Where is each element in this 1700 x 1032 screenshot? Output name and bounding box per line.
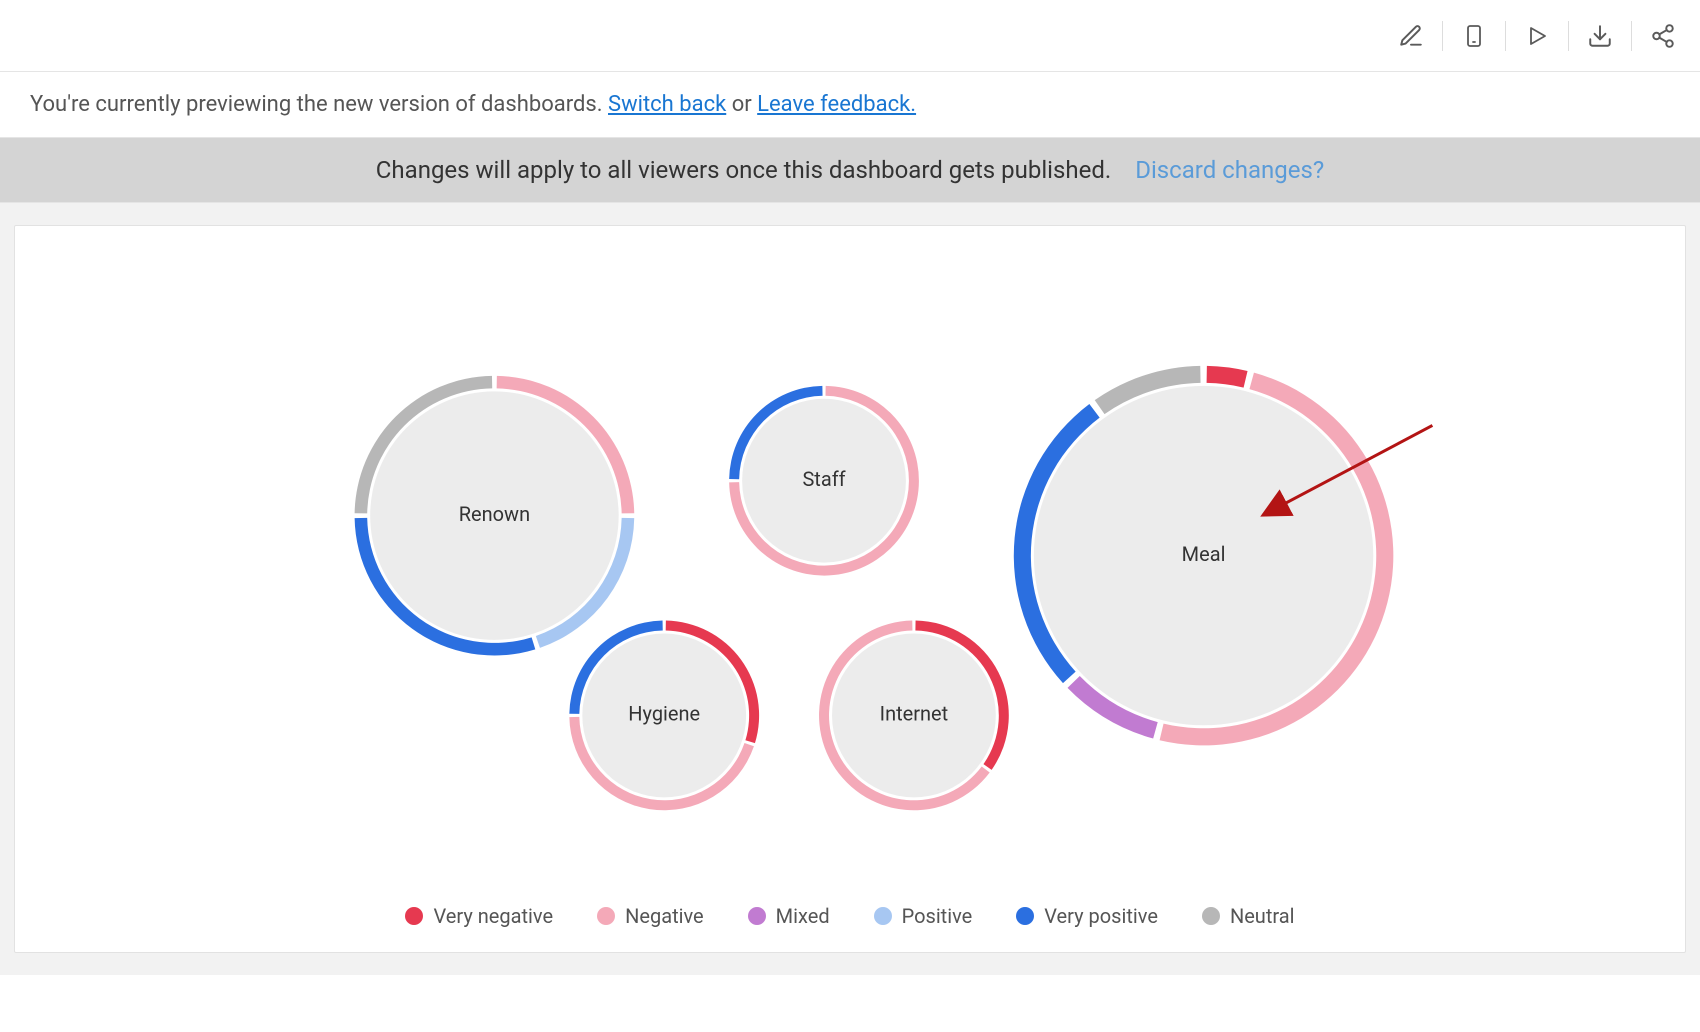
leave-feedback-link[interactable]: Leave feedback. bbox=[757, 92, 916, 117]
play-icon[interactable] bbox=[1520, 19, 1554, 53]
page-body: Renown Staff Hygiene Internet Meal Very nega… bbox=[0, 203, 1700, 975]
mobile-icon[interactable] bbox=[1457, 19, 1491, 53]
legend-label: Neutral bbox=[1230, 904, 1295, 928]
toolbar-separator bbox=[1568, 21, 1569, 51]
donut-meal[interactable]: Meal bbox=[1014, 366, 1394, 746]
switch-back-link[interactable]: Switch back bbox=[608, 92, 726, 117]
donut-hygiene[interactable]: Hygiene bbox=[569, 621, 759, 811]
legend-swatch bbox=[597, 907, 615, 925]
donut-renown[interactable]: Renown bbox=[355, 376, 635, 656]
legend-swatch bbox=[1016, 907, 1034, 925]
legend-item[interactable]: Mixed bbox=[748, 904, 830, 928]
legend-label: Positive bbox=[902, 904, 973, 928]
preview-banner-or: or bbox=[732, 92, 757, 117]
toolbar-separator bbox=[1442, 21, 1443, 51]
legend-item[interactable]: Very positive bbox=[1016, 904, 1158, 928]
toolbar-separator bbox=[1631, 21, 1632, 51]
legend-label: Negative bbox=[625, 904, 704, 928]
donut-chart-area: Renown Staff Hygiene Internet Meal bbox=[15, 226, 1685, 953]
toolbar-separator bbox=[1505, 21, 1506, 51]
legend-item[interactable]: Very negative bbox=[405, 904, 553, 928]
legend-swatch bbox=[748, 907, 766, 925]
legend-label: Very negative bbox=[433, 904, 553, 928]
chart-card: Renown Staff Hygiene Internet Meal Very nega… bbox=[14, 225, 1686, 953]
donut-label: Internet bbox=[880, 702, 948, 726]
chart-legend: Very negative Negative Mixed Positive Very p… bbox=[15, 904, 1685, 928]
legend-item[interactable]: Negative bbox=[597, 904, 704, 928]
legend-item[interactable]: Neutral bbox=[1202, 904, 1295, 928]
edit-icon[interactable] bbox=[1394, 19, 1428, 53]
legend-item[interactable]: Positive bbox=[874, 904, 973, 928]
donut-label: Staff bbox=[802, 467, 845, 491]
share-icon[interactable] bbox=[1646, 19, 1680, 53]
legend-swatch bbox=[1202, 907, 1220, 925]
donut-label: Meal bbox=[1182, 542, 1226, 566]
donut-segment[interactable] bbox=[1207, 366, 1248, 388]
legend-label: Mixed bbox=[776, 904, 830, 928]
legend-swatch bbox=[405, 907, 423, 925]
legend-label: Very positive bbox=[1044, 904, 1158, 928]
discard-changes-link[interactable]: Discard changes? bbox=[1135, 156, 1324, 184]
preview-banner: You're currently previewing the new vers… bbox=[0, 72, 1700, 137]
donut-label: Hygiene bbox=[628, 702, 700, 726]
donut-internet[interactable]: Internet bbox=[819, 621, 1009, 811]
top-toolbar bbox=[0, 0, 1700, 72]
download-icon[interactable] bbox=[1583, 19, 1617, 53]
legend-swatch bbox=[874, 907, 892, 925]
donut-staff[interactable]: Staff bbox=[729, 386, 919, 576]
publish-banner-message: Changes will apply to all viewers once t… bbox=[376, 156, 1111, 184]
donut-label: Renown bbox=[459, 502, 530, 526]
publish-banner: Changes will apply to all viewers once t… bbox=[0, 137, 1700, 203]
preview-banner-text: You're currently previewing the new vers… bbox=[30, 92, 608, 117]
